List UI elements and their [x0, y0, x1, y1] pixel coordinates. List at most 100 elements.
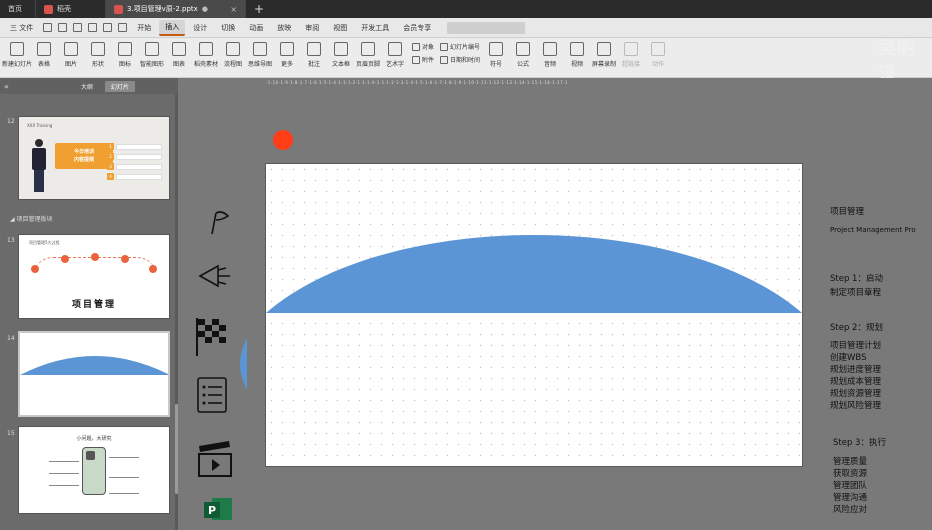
- datetime-button[interactable]: 日期和时间: [440, 55, 480, 64]
- header-footer-button[interactable]: 页眉页脚: [355, 42, 381, 68]
- phone-illustration: [82, 447, 106, 495]
- formula-button[interactable]: 公式: [510, 42, 536, 68]
- formula-icon: [516, 42, 531, 56]
- smartart-button[interactable]: 智能图形: [139, 42, 165, 68]
- wordart-button[interactable]: 艺术字: [382, 42, 408, 68]
- object-icon: [412, 42, 420, 51]
- ribbon-small-group: 对象 附件: [412, 42, 434, 64]
- slide-number: 15: [7, 430, 15, 437]
- open-icon[interactable]: [43, 23, 53, 32]
- project-app-icon[interactable]: P: [202, 496, 234, 522]
- slide-thumbnail-15[interactable]: 小问题，大研究: [18, 426, 170, 514]
- flowchart-button[interactable]: 流程图: [220, 42, 246, 68]
- screen-record-button[interactable]: 屏幕录制: [591, 42, 617, 68]
- step2-label: Step 2：规划: [830, 323, 883, 333]
- mindmap-button[interactable]: 思维导图: [247, 42, 273, 68]
- textbox-button[interactable]: 文本框: [328, 42, 354, 68]
- list-item: 4: [107, 173, 162, 180]
- list-item: 1: [107, 143, 162, 150]
- tab-document-label: 3.项目管理v原-2.pptx: [127, 5, 198, 13]
- attachment-button[interactable]: 附件: [412, 55, 434, 64]
- menu-transition[interactable]: 切换: [215, 21, 241, 35]
- chart-icon: [172, 42, 186, 56]
- picture-button[interactable]: 图片: [58, 42, 84, 68]
- more-button[interactable]: 更多: [274, 42, 300, 68]
- menu-animation[interactable]: 动画: [243, 21, 269, 35]
- docer-icon: [44, 4, 53, 14]
- ribbon-small-group-2: 幻灯片编号 日期和时间: [440, 42, 480, 64]
- slide-number-icon: [440, 42, 449, 51]
- process-node: [149, 265, 157, 273]
- new-tab-button[interactable]: +: [246, 0, 272, 18]
- step3-item: 管理质量: [833, 457, 868, 467]
- slide-number: 14: [7, 335, 15, 342]
- step1-item: 制定项目章程: [830, 288, 882, 298]
- symbol-button[interactable]: 符号: [483, 42, 509, 68]
- slide-thumbnail-14[interactable]: [18, 331, 170, 417]
- half-circle-shape[interactable]: [237, 338, 247, 390]
- process-node: [121, 255, 129, 263]
- docer-assets-icon: [199, 42, 213, 56]
- current-slide[interactable]: [265, 163, 803, 467]
- step2-item: 规划资源管理: [830, 389, 882, 399]
- textbox-icon: [334, 42, 348, 56]
- section-label[interactable]: ◢ 项目管理板块: [10, 214, 53, 223]
- slide-thumbnail-13[interactable]: 项目管理5大过程 项目管理: [18, 234, 170, 319]
- unsaved-dot-icon: ●: [201, 5, 208, 13]
- comment-button[interactable]: 批注: [301, 42, 327, 68]
- icons-button[interactable]: 图标: [112, 42, 138, 68]
- list-item: 3: [107, 163, 162, 170]
- video-button[interactable]: 视频: [564, 42, 590, 68]
- command-search-input[interactable]: [447, 21, 526, 34]
- icons-icon: [118, 42, 132, 56]
- table-button[interactable]: 表格: [31, 42, 57, 68]
- step3-item: 风险应对: [833, 505, 868, 515]
- megaphone-icon[interactable]: [196, 260, 236, 290]
- list-icon[interactable]: [196, 376, 228, 414]
- slide-number-button[interactable]: 幻灯片编号: [440, 42, 480, 51]
- tab-outline[interactable]: 大纲: [75, 81, 99, 92]
- menu-review[interactable]: 审阅: [299, 21, 325, 35]
- menu-design[interactable]: 设计: [187, 21, 213, 35]
- close-tab-icon[interactable]: ×: [230, 5, 237, 14]
- audio-button[interactable]: 音频: [537, 42, 563, 68]
- menu-view[interactable]: 视图: [327, 21, 353, 35]
- clapperboard-icon[interactable]: [196, 438, 234, 478]
- checkered-flag-icon[interactable]: [194, 316, 228, 358]
- tab-home[interactable]: 首页: [0, 0, 36, 18]
- menu-developer[interactable]: 开发工具: [355, 21, 395, 35]
- ribbon-insert: 新建幻灯片 表格 图片 形状 图标 智能图形 图表 稻壳素材 流程图 思维导图 …: [0, 38, 932, 78]
- tab-docer[interactable]: 稻壳: [36, 0, 106, 18]
- process-node: [61, 255, 69, 263]
- collapse-panel-icon[interactable]: «: [4, 82, 9, 91]
- print-icon[interactable]: [73, 23, 83, 32]
- shape-button[interactable]: 形状: [85, 42, 111, 68]
- file-menu[interactable]: 三 文件: [4, 21, 39, 35]
- table-icon: [37, 42, 51, 56]
- save-icon[interactable]: [58, 23, 68, 32]
- new-slide-button[interactable]: 新建幻灯片: [2, 42, 32, 68]
- undo-icon[interactable]: [103, 23, 113, 32]
- menu-insert[interactable]: 插入: [159, 19, 186, 36]
- tab-document[interactable]: 3.项目管理v原-2.pptx ● ×: [106, 0, 246, 18]
- menu-start[interactable]: 开始: [131, 21, 157, 35]
- tab-slides[interactable]: 幻灯片: [104, 80, 135, 92]
- object-button[interactable]: 对象: [412, 42, 434, 51]
- preview-icon[interactable]: [88, 23, 98, 32]
- notes-title: 项目管理: [830, 207, 865, 217]
- menu-slideshow[interactable]: 放映: [271, 21, 297, 35]
- redo-icon[interactable]: [118, 23, 128, 32]
- slide-thumbnail-12[interactable]: XXX Training 今日培训 内容提纲 1 2 3 4: [18, 116, 170, 200]
- shape-icon: [91, 42, 105, 56]
- horizontal-ruler[interactable]: ·1·10·1·9·1·8·1·7·1·6·1·5·1·4·1·3·1·2·1·…: [266, 80, 806, 86]
- flag-icon[interactable]: [206, 210, 232, 236]
- thumb-caption: 小问题，大研究: [76, 436, 112, 442]
- step2-item: 规划风险管理: [830, 401, 882, 411]
- menu-member[interactable]: 会员专享: [397, 21, 437, 35]
- chart-button[interactable]: 图表: [166, 42, 192, 68]
- action-button[interactable]: 动作: [645, 42, 671, 68]
- arc-shape[interactable]: [266, 164, 802, 466]
- step1-label: Step 1：启动: [830, 274, 883, 284]
- docer-assets-button[interactable]: 稻壳素材: [193, 42, 219, 68]
- hyperlink-button[interactable]: 超链接: [618, 42, 644, 68]
